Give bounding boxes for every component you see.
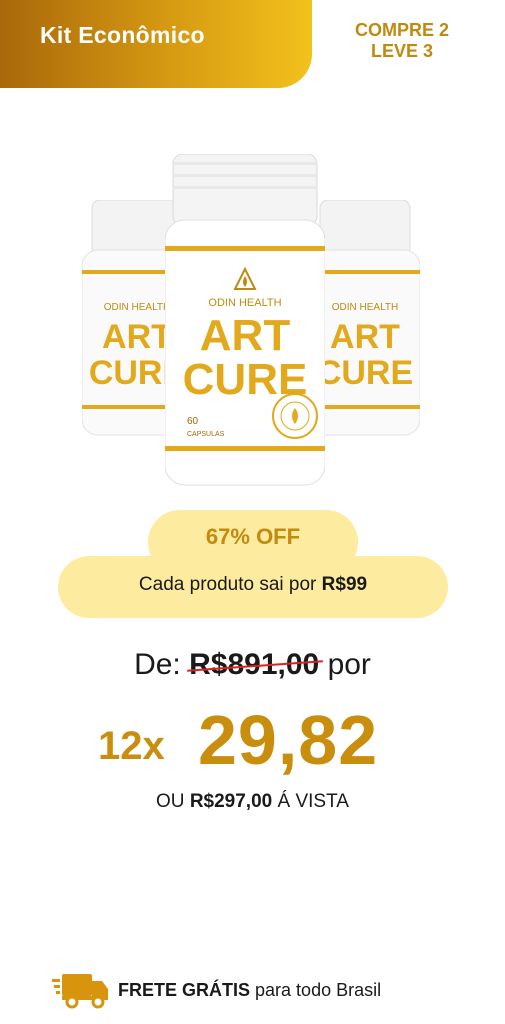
bottle-center: ODIN HEALTH ART CURE 60 CAPSULAS xyxy=(165,154,325,486)
price-from-line: De: R$891,00 por xyxy=(0,648,505,682)
cash-value: R$297,00 xyxy=(189,791,273,812)
discount-percent: 67% OFF xyxy=(205,524,301,549)
installments: 12x 29,82 xyxy=(94,700,434,780)
bottle-right-brand: ODIN HEALTH xyxy=(332,302,399,313)
bottle-right-name-1: ART xyxy=(330,318,400,356)
unit-price-value: R$99 xyxy=(321,574,368,595)
installment-count: 12x xyxy=(98,724,165,768)
shipping-bold: FRETE GRÁTIS xyxy=(118,979,251,1000)
cash-suffix: Á VISTA xyxy=(277,791,349,812)
bottle-right-name-2: CURE xyxy=(317,354,413,392)
promo-line-2: LEVE 3 xyxy=(370,41,434,61)
bottle-center-count: 60 xyxy=(187,416,199,427)
bottle-center-name-1: ART xyxy=(200,311,291,360)
old-price: R$891,00 xyxy=(189,648,320,681)
installment-value: 29,82 xyxy=(198,701,379,779)
bottle-right: ODIN HEALTH ART CURE xyxy=(310,200,420,436)
bottle-center-brand: ODIN HEALTH xyxy=(208,297,281,309)
product-image: ODIN HEALTH ART CURE ODIN HEALTH ART CUR… xyxy=(70,150,440,495)
by-label: por xyxy=(327,648,371,681)
cash-price-line: OU R$297,00 Á VISTA xyxy=(0,791,505,813)
promo-badge: COMPRE 2 LEVE 3 xyxy=(337,20,467,62)
from-label: De: xyxy=(134,648,181,681)
natural-seal-icon xyxy=(272,393,318,439)
promo-line-1: COMPRE 2 xyxy=(354,20,450,40)
discount-box: 67% OFF Cada produto sai por R$99 xyxy=(58,510,448,618)
kit-banner: Kit Econômico xyxy=(0,0,312,88)
bottle-left-name-1: ART xyxy=(102,318,172,356)
free-shipping: FRETE GRÁTIS para todo Brasil xyxy=(52,970,472,1010)
bottle-left-brand: ODIN HEALTH xyxy=(104,302,171,313)
unit-price-line: Cada produto sai por R$99 xyxy=(58,574,448,596)
truck-icon xyxy=(52,974,108,1009)
shipping-text: FRETE GRÁTIS para todo Brasil xyxy=(118,980,381,1001)
bottle-center-unit: CAPSULAS xyxy=(187,431,225,438)
kit-title: Kit Econômico xyxy=(40,22,205,48)
cash-prefix: OU xyxy=(156,791,185,812)
unit-price-text: Cada produto sai por xyxy=(138,574,317,595)
shipping-rest: para todo Brasil xyxy=(255,979,382,1000)
